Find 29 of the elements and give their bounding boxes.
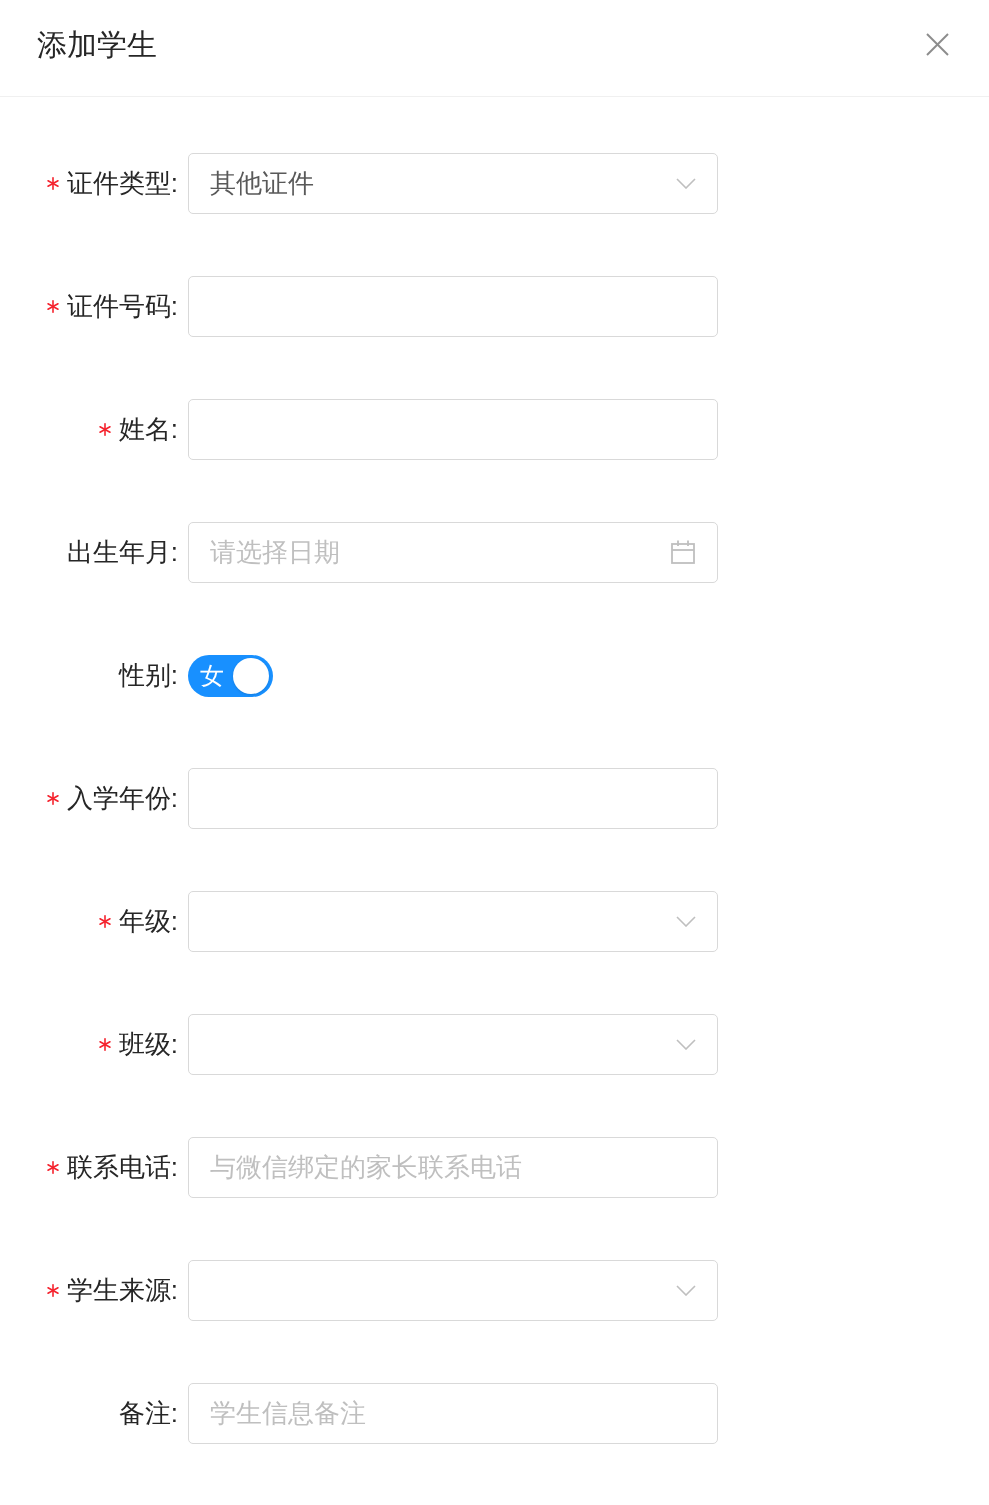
dialog-title: 添加学生	[37, 26, 157, 63]
select-field[interactable]: 其他证件	[188, 153, 718, 214]
field-label: 姓名:	[118, 413, 178, 446]
calendar-icon	[671, 540, 695, 564]
text-input[interactable]: 学生信息备注	[188, 1383, 718, 1444]
select-field[interactable]	[188, 891, 718, 952]
chevron-down-icon	[676, 916, 696, 927]
chevron-down-icon	[676, 178, 696, 189]
field-label: 性别:	[118, 659, 178, 692]
field-label: 备注:	[118, 1397, 178, 1430]
close-icon[interactable]	[926, 32, 949, 56]
field-label: 学生来源:	[66, 1274, 178, 1307]
field-label: 联系电话:	[66, 1151, 178, 1184]
select-field[interactable]	[188, 1260, 718, 1321]
field-label: 证件号码:	[66, 290, 178, 323]
field-label: 出生年月:	[66, 536, 178, 569]
chevron-down-icon	[676, 1039, 696, 1050]
field-label: 班级:	[118, 1028, 178, 1061]
field-label: 证件类型:	[66, 167, 178, 200]
chevron-down-icon	[676, 1285, 696, 1296]
toggle-knob-icon	[233, 657, 269, 694]
text-input[interactable]	[188, 276, 718, 337]
select-field[interactable]	[188, 1014, 718, 1075]
text-input[interactable]: 与微信绑定的家长联系电话	[188, 1137, 718, 1198]
text-input[interactable]	[188, 768, 718, 829]
field-label: 年级:	[118, 905, 178, 938]
field-label: 入学年份:	[66, 782, 178, 815]
text-input[interactable]	[188, 399, 718, 460]
date-picker-field[interactable]: 请选择日期	[188, 522, 718, 583]
